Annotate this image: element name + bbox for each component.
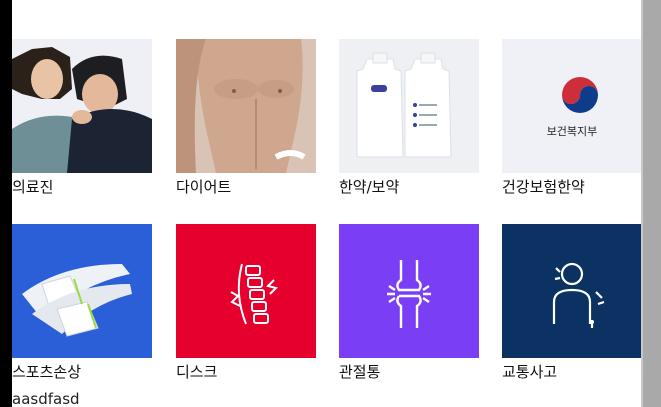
- tile-joint[interactable]: [339, 224, 479, 358]
- scrollbar-edge: [641, 0, 643, 407]
- ultrasound-probe-icon: [12, 224, 152, 358]
- spine-icon: [176, 224, 316, 358]
- tile-staff[interactable]: [12, 39, 152, 173]
- tile-label-sports[interactable]: 스포츠손상: [12, 363, 81, 381]
- torso-photo-icon: [176, 39, 316, 173]
- injured-body-icon: [502, 224, 642, 358]
- tile-label-staff[interactable]: 의료진: [12, 178, 53, 196]
- tile-diet[interactable]: [176, 39, 316, 173]
- mohw-logo-text: 보건복지부: [546, 125, 598, 138]
- tile-label-disc[interactable]: 디스크: [176, 363, 217, 381]
- tile-label-joint[interactable]: 관절통: [339, 363, 380, 381]
- pouch-photo-icon: [339, 39, 479, 173]
- tile-sports[interactable]: [12, 224, 152, 358]
- staff-photo-icon: [12, 39, 152, 173]
- tile-accident[interactable]: [502, 224, 642, 358]
- vertical-scrollbar[interactable]: [641, 0, 661, 407]
- mohw-logo-icon: [502, 39, 642, 173]
- left-edge-bar: [0, 0, 12, 407]
- tile-label-herbal[interactable]: 한약/보약: [339, 178, 399, 196]
- tile-label-diet[interactable]: 다이어트: [176, 178, 231, 196]
- footer-text: aasdfasd: [12, 390, 80, 407]
- tile-herbal[interactable]: [339, 39, 479, 173]
- tile-label-accident[interactable]: 교통사고: [502, 363, 557, 381]
- knee-joint-icon: [339, 224, 479, 358]
- tile-insurance[interactable]: 보건복지부: [502, 39, 642, 173]
- tile-label-insurance[interactable]: 건강보험한약: [502, 178, 585, 196]
- tile-disc[interactable]: [176, 224, 316, 358]
